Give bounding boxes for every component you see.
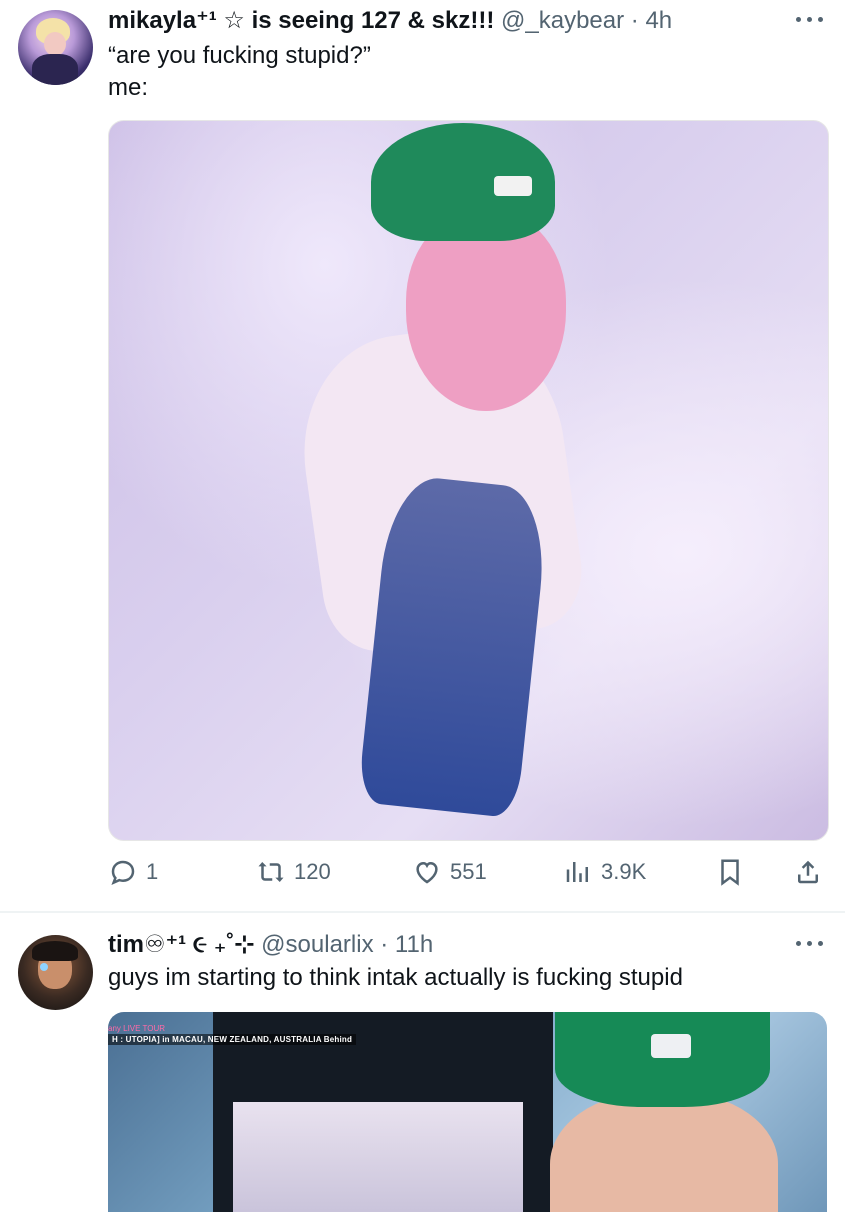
user-handle[interactable]: @soularlix xyxy=(261,931,373,958)
avatar-sparkle xyxy=(40,963,48,971)
tweet-actions: 1 120 551 3.9K xyxy=(108,852,827,892)
like-count: 551 xyxy=(450,859,487,884)
avatar-face xyxy=(44,32,66,56)
bookmark-icon xyxy=(721,859,739,886)
retweet-count: 120 xyxy=(294,859,331,884)
avatar[interactable] xyxy=(18,935,93,1010)
bookmark-button[interactable] xyxy=(715,852,753,892)
image-cap-logo xyxy=(651,1034,691,1058)
more-dots-icon[interactable] xyxy=(795,936,825,950)
tweet-image[interactable] xyxy=(108,120,829,841)
share-button[interactable] xyxy=(793,852,831,892)
avatar-hair xyxy=(32,941,78,961)
avatar-body xyxy=(32,54,78,85)
display-name[interactable]: mikayla⁺¹ ☆ is seeing 127 & skz!!! xyxy=(108,7,494,34)
user-handle[interactable]: @_kaybear xyxy=(501,7,624,34)
share-icon xyxy=(798,860,818,884)
views-count: 3.9K xyxy=(601,859,647,884)
image-figure-face xyxy=(406,211,566,411)
views-chart-icon xyxy=(566,862,588,882)
separator-dot: · xyxy=(380,931,389,958)
retweet-button[interactable]: 120 xyxy=(256,852,331,892)
reply-button[interactable]: 1 xyxy=(108,852,158,892)
views-button[interactable]: 3.9K xyxy=(563,852,646,892)
avatar[interactable] xyxy=(18,10,93,85)
image-figure-face xyxy=(550,1092,778,1212)
image-cap-logo xyxy=(494,176,532,196)
image-caption-tour: any LIVE TOUR xyxy=(108,1024,166,1033)
display-name[interactable]: tim♾⁺¹ ૯ ₊˚⊹ xyxy=(108,931,255,958)
tweet-text-line: me: xyxy=(108,74,149,101)
image-caption: H : UTOPIA] in MACAU, NEW ZEALAND, AUSTR… xyxy=(108,1034,357,1045)
tweet-text-line: “are you fucking stupid?” xyxy=(108,42,371,69)
tweet-header: mikayla⁺¹ ☆ is seeing 127 & skz!!! @_kay… xyxy=(108,6,672,35)
image-phone-screen xyxy=(233,1102,523,1212)
retweet-icon xyxy=(258,862,284,882)
more-dots-icon[interactable] xyxy=(795,12,825,26)
reply-icon xyxy=(111,860,135,885)
like-button[interactable]: 551 xyxy=(412,852,487,892)
tweet-image[interactable]: any LIVE TOUR H : UTOPIA] in MACAU, NEW … xyxy=(108,1012,827,1212)
tweet-text: “are you fucking stupid?” me: xyxy=(108,40,371,104)
tweet-header: tim♾⁺¹ ૯ ₊˚⊹ @soularlix · 11h xyxy=(108,930,433,959)
timestamp[interactable]: 4h xyxy=(645,7,672,34)
timestamp[interactable]: 11h xyxy=(395,931,433,958)
image-figure-cap xyxy=(555,1012,770,1107)
tweet-text: guys im starting to think intak actually… xyxy=(108,964,683,991)
reply-count: 1 xyxy=(146,859,159,884)
separator-dot: · xyxy=(630,7,639,34)
heart-icon xyxy=(416,861,438,884)
